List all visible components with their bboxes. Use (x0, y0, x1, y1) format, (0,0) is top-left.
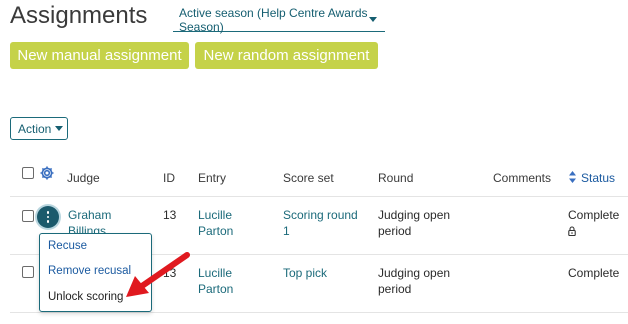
column-settings-gear-icon[interactable] (39, 165, 55, 186)
sort-icon (569, 170, 576, 188)
status-text: Complete (568, 208, 620, 222)
column-header-comments[interactable]: Comments (493, 171, 551, 185)
round-cell: Judging open period (378, 265, 450, 297)
row-id: 13 (163, 208, 177, 222)
row-actions-kebab-icon[interactable] (37, 206, 59, 228)
column-header-score-set[interactable]: Score set (283, 171, 334, 185)
row-divider (10, 196, 628, 197)
column-header-id[interactable]: ID (163, 171, 175, 185)
round-line: period (378, 224, 412, 238)
action-label: Action (18, 121, 52, 136)
menu-item-unlock-scoring[interactable]: Unlock scoring (48, 291, 123, 303)
score-set-link[interactable]: Scoring round 1 (283, 207, 358, 239)
round-cell: Judging open period (378, 207, 450, 239)
page-title: Assignments (10, 2, 148, 29)
round-line: Judging open (378, 266, 451, 280)
score-set-link[interactable]: Top pick (283, 265, 327, 281)
column-header-round[interactable]: Round (378, 171, 413, 185)
row-divider (10, 312, 628, 313)
entry-name-line: Lucille (198, 266, 233, 280)
entry-name-line: Parton (198, 224, 234, 238)
entry-name-line: Parton (198, 282, 234, 296)
row-checkbox[interactable] (22, 266, 34, 278)
row-id: 13 (163, 266, 177, 280)
status-text: Complete (568, 266, 620, 280)
row-actions-menu: Recuse Remove recusal Unlock scoring (39, 233, 152, 312)
season-select[interactable]: Active season (Help Centre Awards Season… (173, 5, 385, 34)
column-header-entry[interactable]: Entry (198, 171, 226, 185)
caret-down-icon (55, 126, 64, 131)
menu-item-recuse[interactable]: Recuse (48, 240, 87, 252)
select-all-checkbox[interactable] (22, 167, 34, 179)
round-line: period (378, 282, 412, 296)
action-dropdown-button[interactable]: Action (10, 117, 68, 140)
judge-name-line: Graham (68, 208, 112, 222)
score-set-line: Scoring round (283, 208, 358, 222)
round-line: Judging open (378, 208, 451, 222)
season-select-value: Active season (Help Centre Awards Season… (179, 5, 368, 34)
new-manual-assignment-button[interactable]: New manual assignment (10, 42, 189, 69)
column-header-status[interactable]: Status (581, 171, 615, 185)
status-cell: Complete (568, 207, 619, 223)
entry-name-line: Lucille (198, 208, 233, 222)
entry-link[interactable]: Lucille Parton (198, 207, 233, 239)
entry-link[interactable]: Lucille Parton (198, 265, 233, 297)
new-random-assignment-button[interactable]: New random assignment (195, 42, 378, 69)
column-header-judge[interactable]: Judge (67, 171, 100, 185)
menu-item-remove-recusal[interactable]: Remove recusal (48, 265, 131, 277)
lock-icon (568, 223, 576, 241)
score-set-line: 1 (283, 224, 290, 238)
row-checkbox[interactable] (22, 210, 34, 222)
caret-down-icon (369, 17, 377, 22)
